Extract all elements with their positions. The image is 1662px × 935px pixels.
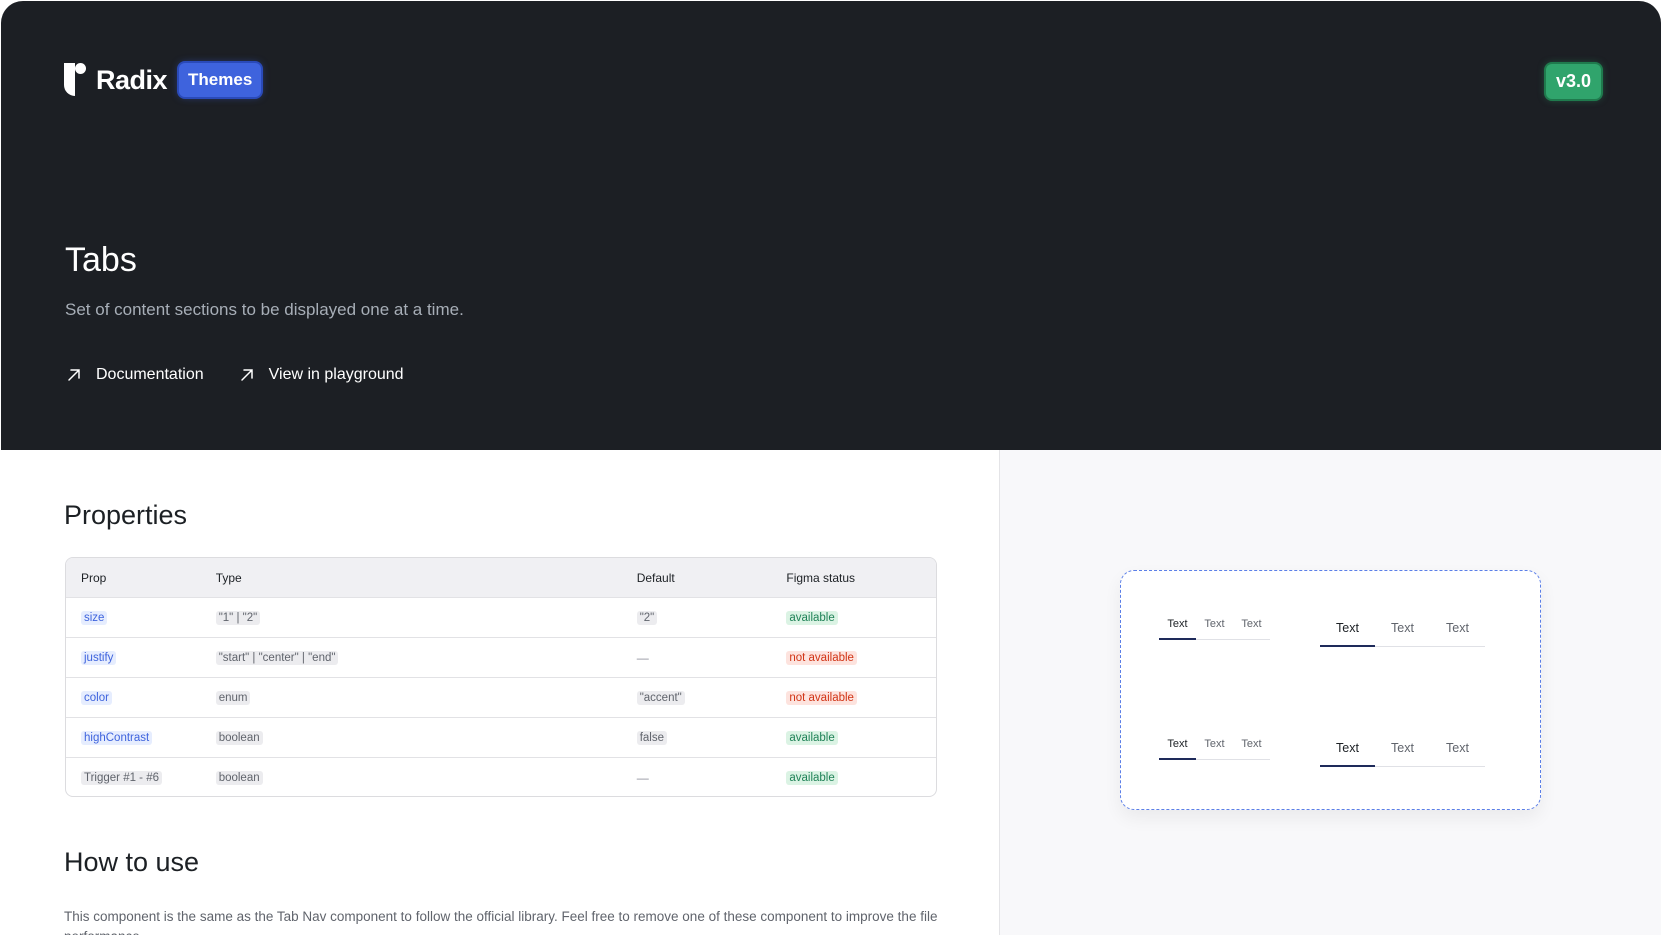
table-row: Trigger #1 - #6 boolean — available xyxy=(66,757,936,796)
tab-trigger[interactable]: Text xyxy=(1320,737,1375,767)
col-prop: Prop xyxy=(81,570,107,585)
tab-trigger[interactable]: Text xyxy=(1320,617,1375,647)
tabs-size-1: Text Text Text xyxy=(1159,615,1270,640)
table-row: color enum "accent" not available xyxy=(66,677,936,717)
tab-trigger[interactable]: Text xyxy=(1430,737,1485,766)
playground-link[interactable]: View in playground xyxy=(238,366,404,384)
arrow-up-right-icon xyxy=(240,369,253,381)
prop-default: — xyxy=(636,650,649,665)
prop-name[interactable]: color xyxy=(81,691,112,705)
tabs-size-1: Text Text Text xyxy=(1159,735,1270,760)
how-to-use-text: This component is the same as the Tab Na… xyxy=(64,909,938,935)
tabs-size-2: Text Text Text xyxy=(1320,617,1485,647)
prop-name: Trigger #1 - #6 xyxy=(81,771,162,785)
tab-trigger[interactable]: Text xyxy=(1430,617,1485,646)
tab-trigger[interactable]: Text xyxy=(1233,615,1270,639)
prop-type: "start" | "center" | "end" xyxy=(215,651,339,665)
content-column: Properties Prop Type Default Figma statu… xyxy=(1,450,999,935)
prop-type: enum xyxy=(215,691,251,705)
page-title: Tabs xyxy=(65,241,137,279)
properties-table: Prop Type Default Figma status size "1" … xyxy=(65,557,937,797)
tab-trigger[interactable]: Text xyxy=(1159,615,1196,640)
page-frame: Radix Themes v3.0 Tabs Set of content se… xyxy=(0,0,1662,935)
radix-logo-icon xyxy=(64,63,86,97)
component-preview: Text Text Text Text Text Text Text Text … xyxy=(1120,570,1541,810)
col-default: Default xyxy=(636,570,675,585)
tab-trigger[interactable]: Text xyxy=(1375,617,1430,646)
tab-trigger[interactable]: Text xyxy=(1196,615,1233,639)
col-type: Type xyxy=(215,570,242,585)
tab-trigger[interactable]: Text xyxy=(1233,735,1270,759)
documentation-link-label: Documentation xyxy=(96,366,204,383)
prop-default: "2" xyxy=(636,611,658,625)
tab-trigger[interactable]: Text xyxy=(1375,737,1430,766)
prop-name[interactable]: justify xyxy=(81,651,117,665)
status-badge: not available xyxy=(786,651,857,665)
arrow-up-right-icon xyxy=(68,369,80,381)
documentation-link[interactable]: Documentation xyxy=(65,366,204,384)
prop-type: boolean xyxy=(215,771,263,785)
tabs-size-2: Text Text Text xyxy=(1320,737,1485,767)
playground-link-label: View in playground xyxy=(268,366,404,383)
properties-heading: Properties xyxy=(64,500,188,530)
hero-links: Documentation View in playground xyxy=(65,366,404,384)
col-status: Figma status xyxy=(786,570,856,585)
themes-badge: Themes xyxy=(179,63,262,97)
table-row: size "1" | "2" "2" available xyxy=(66,597,936,637)
status-badge: available xyxy=(786,771,838,785)
status-badge: not available xyxy=(786,691,857,705)
prop-default: — xyxy=(636,770,649,785)
page-subtitle: Set of content sections to be displayed … xyxy=(65,300,464,319)
status-badge: available xyxy=(786,731,838,745)
logo-text: Radix xyxy=(96,64,168,95)
tab-trigger[interactable]: Text xyxy=(1196,735,1233,759)
status-badge: available xyxy=(786,611,838,625)
prop-default: false xyxy=(636,731,667,745)
prop-default: "accent" xyxy=(636,691,685,705)
prop-name[interactable]: size xyxy=(81,611,108,625)
hero-header: Radix Themes v3.0 Tabs Set of content se… xyxy=(1,1,1661,450)
tab-trigger[interactable]: Text xyxy=(1159,735,1196,760)
prop-type: boolean xyxy=(215,731,263,745)
preview-panel: Text Text Text Text Text Text Text Text … xyxy=(999,450,1661,935)
brand-logo: Radix Themes xyxy=(64,63,262,97)
table-row: highContrast boolean false available xyxy=(66,717,936,757)
version-badge: v3.0 xyxy=(1545,64,1601,99)
table-row: justify "start" | "center" | "end" — not… xyxy=(66,637,936,677)
prop-type: "1" | "2" xyxy=(215,611,261,625)
table-header: Prop Type Default Figma status xyxy=(66,558,936,597)
prop-name[interactable]: highContrast xyxy=(81,731,153,745)
how-to-use-heading: How to use xyxy=(64,847,200,877)
